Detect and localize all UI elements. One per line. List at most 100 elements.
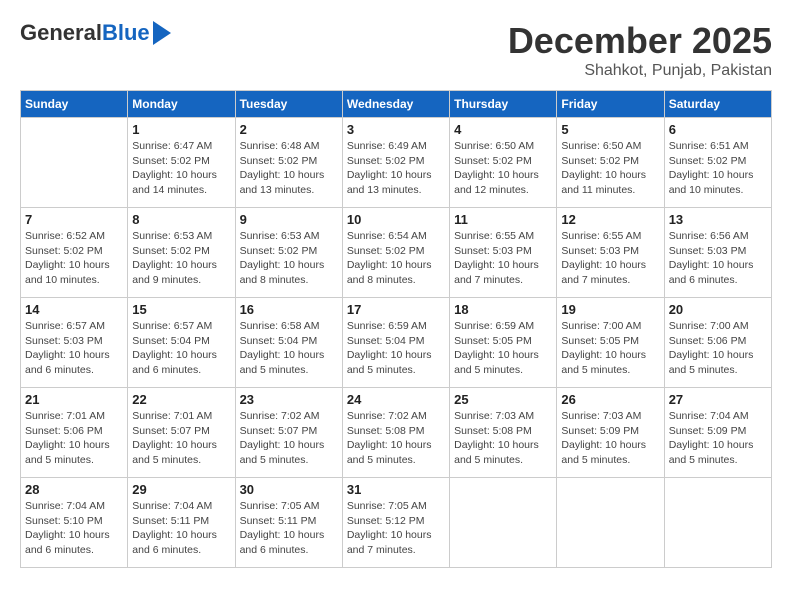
day-info: Sunrise: 6:54 AMSunset: 5:02 PMDaylight:… bbox=[347, 229, 445, 288]
calendar-cell bbox=[664, 478, 771, 568]
day-number: 1 bbox=[132, 122, 230, 137]
location-text: Shahkot, Punjab, Pakistan bbox=[508, 62, 772, 80]
calendar-cell: 10 Sunrise: 6:54 AMSunset: 5:02 PMDayligh… bbox=[342, 208, 449, 298]
day-number: 13 bbox=[669, 212, 767, 227]
day-number: 9 bbox=[240, 212, 338, 227]
day-info: Sunrise: 7:05 AMSunset: 5:12 PMDaylight:… bbox=[347, 499, 445, 558]
calendar-cell: 6 Sunrise: 6:51 AMSunset: 5:02 PMDaylight… bbox=[664, 118, 771, 208]
day-number: 18 bbox=[454, 302, 552, 317]
day-info: Sunrise: 6:53 AMSunset: 5:02 PMDaylight:… bbox=[132, 229, 230, 288]
day-of-week-header: Friday bbox=[557, 91, 664, 118]
day-info: Sunrise: 7:00 AMSunset: 5:05 PMDaylight:… bbox=[561, 319, 659, 378]
calendar-cell: 8Sunrise: 6:53 AMSunset: 5:02 PMDaylight… bbox=[128, 208, 235, 298]
calendar-cell: 23Sunrise: 7:02 AMSunset: 5:07 PMDayligh… bbox=[235, 388, 342, 478]
day-info: Sunrise: 6:58 AMSunset: 5:04 PMDaylight:… bbox=[240, 319, 338, 378]
day-number: 31 bbox=[347, 482, 445, 497]
day-number: 12 bbox=[561, 212, 659, 227]
calendar-cell: 16 Sunrise: 6:58 AMSunset: 5:04 PMDayligh… bbox=[235, 298, 342, 388]
calendar-cell: 2 Sunrise: 6:48 AMSunset: 5:02 PMDaylight… bbox=[235, 118, 342, 208]
day-info: Sunrise: 7:01 AMSunset: 5:06 PMDaylight:… bbox=[25, 409, 123, 468]
day-info: Sunrise: 6:47 AMSunset: 5:02 PMDaylight:… bbox=[132, 139, 230, 198]
day-number: 2 bbox=[240, 122, 338, 137]
day-number: 30 bbox=[240, 482, 338, 497]
calendar-cell bbox=[21, 118, 128, 208]
day-number: 28 bbox=[25, 482, 123, 497]
month-title: December 2025 bbox=[508, 20, 772, 62]
day-info: Sunrise: 7:00 AMSunset: 5:06 PMDaylight:… bbox=[669, 319, 767, 378]
calendar-cell: 31 Sunrise: 7:05 AMSunset: 5:12 PMDayligh… bbox=[342, 478, 449, 568]
day-info: Sunrise: 6:52 AMSunset: 5:02 PMDaylight:… bbox=[25, 229, 123, 288]
day-info: Sunrise: 6:50 AMSunset: 5:02 PMDaylight:… bbox=[561, 139, 659, 198]
calendar-cell: 21 Sunrise: 7:01 AMSunset: 5:06 PMDayligh… bbox=[21, 388, 128, 478]
calendar-cell: 15 Sunrise: 6:57 AMSunset: 5:04 PMDayligh… bbox=[128, 298, 235, 388]
day-number: 29 bbox=[132, 482, 230, 497]
calendar-cell: 11 Sunrise: 6:55 AMSunset: 5:03 PMDayligh… bbox=[450, 208, 557, 298]
day-info: Sunrise: 7:01 AMSunset: 5:07 PMDaylight:… bbox=[132, 409, 230, 468]
day-info: Sunrise: 7:03 AMSunset: 5:09 PMDaylight:… bbox=[561, 409, 659, 468]
day-number: 19 bbox=[561, 302, 659, 317]
day-number: 11 bbox=[454, 212, 552, 227]
calendar-cell: 24Sunrise: 7:02 AMSunset: 5:08 PMDayligh… bbox=[342, 388, 449, 478]
day-number: 15 bbox=[132, 302, 230, 317]
calendar-table: SundayMondayTuesdayWednesdayThursdayFrid… bbox=[20, 90, 772, 568]
day-info: Sunrise: 6:49 AMSunset: 5:02 PMDaylight:… bbox=[347, 139, 445, 198]
calendar-cell: 4Sunrise: 6:50 AMSunset: 5:02 PMDaylight… bbox=[450, 118, 557, 208]
day-of-week-header: Sunday bbox=[21, 91, 128, 118]
day-of-week-header: Monday bbox=[128, 91, 235, 118]
day-info: Sunrise: 6:55 AMSunset: 5:03 PMDaylight:… bbox=[454, 229, 552, 288]
calendar-cell: 19 Sunrise: 7:00 AMSunset: 5:05 PMDayligh… bbox=[557, 298, 664, 388]
logo-arrow-icon bbox=[153, 21, 171, 45]
calendar-cell: 12 Sunrise: 6:55 AMSunset: 5:03 PMDayligh… bbox=[557, 208, 664, 298]
day-info: Sunrise: 7:02 AMSunset: 5:08 PMDaylight:… bbox=[347, 409, 445, 468]
day-number: 6 bbox=[669, 122, 767, 137]
calendar-cell: 1 Sunrise: 6:47 AMSunset: 5:02 PMDaylight… bbox=[128, 118, 235, 208]
day-number: 27 bbox=[669, 392, 767, 407]
logo-blue-text: Blue bbox=[102, 20, 150, 46]
day-info: Sunrise: 6:59 AMSunset: 5:04 PMDaylight:… bbox=[347, 319, 445, 378]
calendar-cell: 28 Sunrise: 7:04 AMSunset: 5:10 PMDayligh… bbox=[21, 478, 128, 568]
day-info: Sunrise: 6:51 AMSunset: 5:02 PMDaylight:… bbox=[669, 139, 767, 198]
day-of-week-header: Thursday bbox=[450, 91, 557, 118]
title-section: December 2025 Shahkot, Punjab, Pakistan bbox=[508, 20, 772, 80]
calendar-cell: 17 Sunrise: 6:59 AMSunset: 5:04 PMDayligh… bbox=[342, 298, 449, 388]
logo-general-text: General bbox=[20, 20, 102, 46]
day-number: 14 bbox=[25, 302, 123, 317]
day-of-week-header: Tuesday bbox=[235, 91, 342, 118]
calendar-header: SundayMondayTuesdayWednesdayThursdayFrid… bbox=[21, 91, 772, 118]
day-of-week-header: Wednesday bbox=[342, 91, 449, 118]
calendar-cell: 13Sunrise: 6:56 AMSunset: 5:03 PMDayligh… bbox=[664, 208, 771, 298]
calendar-cell: 7Sunrise: 6:52 AMSunset: 5:02 PMDaylight… bbox=[21, 208, 128, 298]
day-info: Sunrise: 7:04 AMSunset: 5:11 PMDaylight:… bbox=[132, 499, 230, 558]
day-number: 5 bbox=[561, 122, 659, 137]
calendar-body: 1 Sunrise: 6:47 AMSunset: 5:02 PMDaylight… bbox=[21, 118, 772, 568]
day-info: Sunrise: 6:57 AMSunset: 5:04 PMDaylight:… bbox=[132, 319, 230, 378]
calendar-cell: 26Sunrise: 7:03 AMSunset: 5:09 PMDayligh… bbox=[557, 388, 664, 478]
day-info: Sunrise: 6:55 AMSunset: 5:03 PMDaylight:… bbox=[561, 229, 659, 288]
day-info: Sunrise: 6:59 AMSunset: 5:05 PMDaylight:… bbox=[454, 319, 552, 378]
day-number: 16 bbox=[240, 302, 338, 317]
day-number: 22 bbox=[132, 392, 230, 407]
week-row: 28 Sunrise: 7:04 AMSunset: 5:10 PMDayligh… bbox=[21, 478, 772, 568]
day-info: Sunrise: 7:05 AMSunset: 5:11 PMDaylight:… bbox=[240, 499, 338, 558]
day-info: Sunrise: 7:04 AMSunset: 5:10 PMDaylight:… bbox=[25, 499, 123, 558]
day-info: Sunrise: 7:03 AMSunset: 5:08 PMDaylight:… bbox=[454, 409, 552, 468]
day-number: 10 bbox=[347, 212, 445, 227]
day-info: Sunrise: 6:48 AMSunset: 5:02 PMDaylight:… bbox=[240, 139, 338, 198]
calendar-cell bbox=[557, 478, 664, 568]
calendar-cell: 5 Sunrise: 6:50 AMSunset: 5:02 PMDaylight… bbox=[557, 118, 664, 208]
calendar-cell: 29 Sunrise: 7:04 AMSunset: 5:11 PMDayligh… bbox=[128, 478, 235, 568]
week-row: 7Sunrise: 6:52 AMSunset: 5:02 PMDaylight… bbox=[21, 208, 772, 298]
day-number: 4 bbox=[454, 122, 552, 137]
calendar-cell: 20Sunrise: 7:00 AMSunset: 5:06 PMDayligh… bbox=[664, 298, 771, 388]
week-row: 1 Sunrise: 6:47 AMSunset: 5:02 PMDaylight… bbox=[21, 118, 772, 208]
calendar-cell: 27Sunrise: 7:04 AMSunset: 5:09 PMDayligh… bbox=[664, 388, 771, 478]
day-of-week-header: Saturday bbox=[664, 91, 771, 118]
day-info: Sunrise: 6:53 AMSunset: 5:02 PMDaylight:… bbox=[240, 229, 338, 288]
day-number: 17 bbox=[347, 302, 445, 317]
day-number: 21 bbox=[25, 392, 123, 407]
days-of-week-row: SundayMondayTuesdayWednesdayThursdayFrid… bbox=[21, 91, 772, 118]
logo: General Blue bbox=[20, 20, 171, 46]
calendar-cell bbox=[450, 478, 557, 568]
calendar-cell: 9 Sunrise: 6:53 AMSunset: 5:02 PMDaylight… bbox=[235, 208, 342, 298]
calendar-cell: 25Sunrise: 7:03 AMSunset: 5:08 PMDayligh… bbox=[450, 388, 557, 478]
